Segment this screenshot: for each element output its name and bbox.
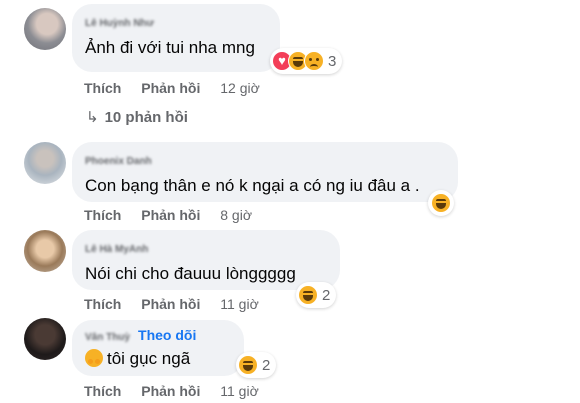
like-button[interactable]: Thích [84, 80, 121, 96]
reaction-count: 2 [322, 286, 331, 304]
comment-timestamp[interactable]: 11 giờ [220, 296, 259, 312]
comment-author[interactable]: Vân Thuỳ [85, 332, 130, 343]
reply-button[interactable]: Phản hồi [141, 383, 200, 399]
comment-bubble: Phoenix Danh Con bạng thân e nó k ngại a… [72, 142, 458, 202]
comment-author[interactable]: Phoenix Danh [85, 156, 152, 167]
reaction-summary[interactable]: 3 [270, 48, 343, 74]
haha-icon [431, 193, 451, 213]
comment-text-content: tôi gục ngã [107, 349, 191, 368]
comment-author[interactable]: Lê Hà MyAnh [85, 244, 148, 255]
like-button[interactable]: Thích [84, 207, 121, 223]
avatar[interactable] [24, 230, 66, 272]
haha-icon [298, 285, 318, 305]
comment-timestamp[interactable]: 8 giờ [220, 207, 252, 223]
reaction-count: 2 [262, 356, 271, 374]
avatar[interactable] [24, 8, 66, 50]
avatar[interactable] [24, 142, 66, 184]
reply-button[interactable]: Phản hồi [141, 207, 200, 223]
comment-actions: Thích Phản hồi 8 giờ [84, 207, 252, 223]
reply-button[interactable]: Phản hồi [141, 296, 200, 312]
comment-timestamp[interactable]: 11 giờ [220, 383, 259, 399]
reaction-summary[interactable]: 2 [296, 282, 337, 308]
haha-icon [238, 355, 258, 375]
comment-text: Nói chi cho đauuu lònggggg [85, 264, 296, 283]
follow-button[interactable]: Theo dõi [138, 327, 196, 343]
comment-timestamp[interactable]: 12 giờ [220, 80, 260, 96]
reply-arrow-icon: ↳ [86, 109, 99, 126]
comment-author[interactable]: Lê Huỳnh Như [85, 18, 154, 29]
hug-emoji-icon [85, 349, 103, 367]
comment-actions: Thích Phản hồi 11 giờ [84, 296, 259, 312]
replies-count-label: 10 phản hồi [104, 109, 188, 126]
reply-button[interactable]: Phản hồi [141, 80, 200, 96]
comment-actions: Thích Phản hồi 11 giờ [84, 383, 259, 399]
reaction-count: 3 [328, 52, 337, 70]
comment-text: Ảnh đi với tui nha mng [85, 38, 255, 57]
comment-text: Con bạng thân e nó k ngại a có ng iu đâu… [85, 176, 420, 195]
comment-text: tôi gục ngã [85, 348, 230, 370]
view-replies-link[interactable]: ↳ 10 phản hồi [86, 108, 188, 126]
comment-bubble: Lê Huỳnh Như Ảnh đi với tui nha mng [72, 4, 280, 72]
avatar[interactable] [24, 318, 66, 360]
reaction-summary[interactable] [428, 190, 454, 216]
like-button[interactable]: Thích [84, 296, 121, 312]
reaction-summary[interactable]: 2 [236, 352, 277, 378]
sad-icon [304, 51, 324, 71]
comment-bubble: Vân Thuỳ Theo dõi tôi gục ngã [72, 320, 244, 376]
like-button[interactable]: Thích [84, 383, 121, 399]
comment-bubble: Lê Hà MyAnh Nói chi cho đauuu lònggggg [72, 230, 340, 290]
comment-actions: Thích Phản hồi 12 giờ [84, 80, 260, 96]
